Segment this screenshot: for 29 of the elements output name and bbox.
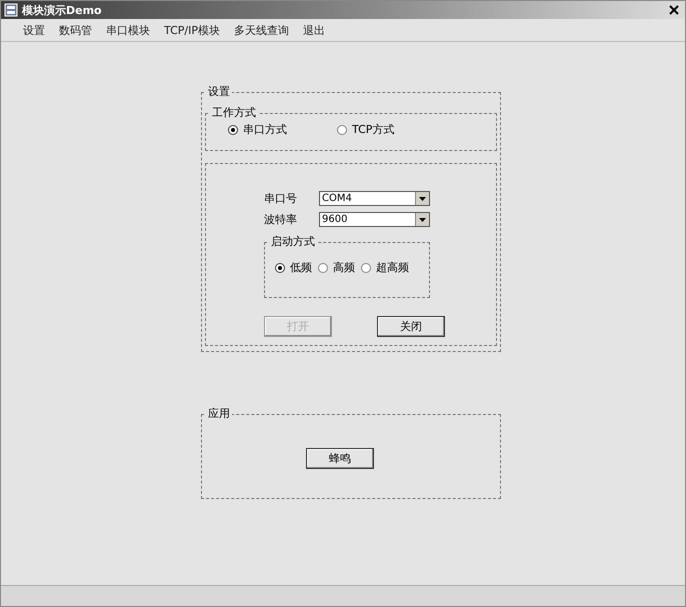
- close-icon[interactable]: [669, 5, 679, 15]
- push-button[interactable]: 蜂鸣: [306, 448, 374, 469]
- group-title: 应用: [206, 407, 232, 421]
- radio-button[interactable]: [361, 262, 371, 272]
- radio-button[interactable]: [337, 124, 347, 134]
- radio-label: 串口方式: [243, 122, 287, 137]
- group-title: 启动方式: [269, 235, 317, 249]
- menu-item[interactable]: 串口模块: [106, 22, 150, 38]
- field-label: 波特率: [264, 212, 298, 227]
- menu-item[interactable]: 数码管: [59, 22, 92, 38]
- radio-button[interactable]: [318, 262, 328, 272]
- radio-label: 高频: [333, 260, 355, 275]
- radio-button[interactable]: [228, 124, 238, 134]
- menu-item[interactable]: 退出: [302, 22, 325, 38]
- app-icon: [4, 3, 18, 17]
- group-title: 设置: [206, 85, 232, 99]
- menu-item[interactable]: 设置: [23, 22, 45, 38]
- radio-label: TCP方式: [352, 122, 394, 137]
- radio-button[interactable]: [275, 262, 285, 272]
- radio-label: 低频: [290, 260, 312, 275]
- window-title: 模块演示Demo: [22, 2, 102, 18]
- menu-item[interactable]: TCP/IP模块: [164, 22, 220, 38]
- radio-label: 超高频: [376, 260, 409, 275]
- group-title: 工作方式: [210, 106, 258, 120]
- push-button[interactable]: 关闭: [377, 316, 445, 337]
- menu-item[interactable]: 多天线查询: [234, 22, 289, 38]
- field-label: 串口号: [264, 191, 298, 206]
- dropdown-field[interactable]: 9600: [319, 212, 430, 227]
- dropdown-field[interactable]: COM4: [319, 191, 430, 206]
